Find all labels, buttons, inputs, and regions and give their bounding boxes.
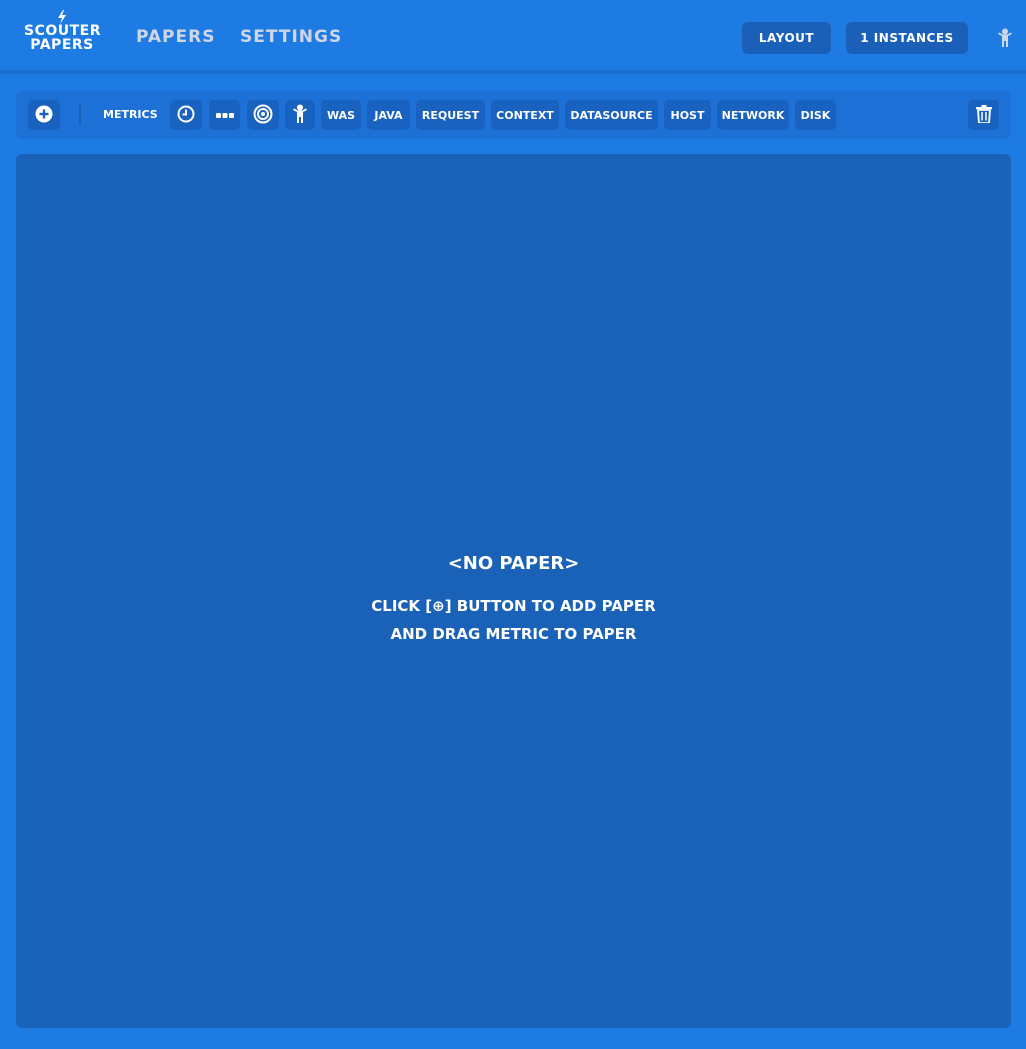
plus-circle-icon — [35, 105, 53, 126]
category-label: DISK — [800, 108, 831, 122]
more-button[interactable] — [209, 100, 240, 130]
instances-button-label: 1 INSTANCES — [860, 31, 954, 45]
category-datasource[interactable]: DATASOURCE — [565, 100, 658, 130]
paper-canvas[interactable]: <NO PAPER> CLICK [⊕] BUTTON TO ADD PAPER… — [16, 154, 1011, 1028]
category-label: REQUEST — [421, 108, 480, 122]
top-bar: SCOUTER PAPERS PAPERS SETTINGS LAYOUT 1 … — [0, 0, 1026, 74]
lightning-bolt-icon — [24, 10, 100, 24]
logo-line-2: PAPERS — [30, 37, 94, 53]
add-paper-button[interactable] — [28, 100, 60, 130]
empty-state-instruction-1: CLICK [⊕] BUTTON TO ADD PAPER — [371, 597, 656, 615]
category-network[interactable]: NETWORK — [717, 100, 789, 130]
layout-button-label: LAYOUT — [758, 31, 815, 45]
category-label: HOST — [670, 108, 705, 122]
target-icon — [253, 104, 273, 127]
nav-papers[interactable]: PAPERS — [136, 27, 215, 47]
more-dots-icon — [215, 109, 234, 122]
person-button[interactable] — [285, 100, 315, 130]
metrics-toolbar: METRICS WAS JAVA REQUEST CONTEXT DATASOU… — [16, 91, 1011, 139]
clock-button[interactable] — [170, 100, 202, 130]
empty-state-instruction-2: AND DRAG METRIC TO PAPER — [390, 625, 637, 643]
category-label: NETWORK — [721, 108, 785, 122]
category-java[interactable]: JAVA — [367, 100, 410, 130]
trash-icon — [975, 104, 992, 126]
metrics-label: METRICS — [103, 108, 158, 121]
target-button[interactable] — [247, 100, 279, 130]
nav-settings[interactable]: SETTINGS — [240, 27, 342, 47]
category-context[interactable]: CONTEXT — [491, 100, 559, 130]
category-request[interactable]: REQUEST — [416, 100, 485, 130]
category-label: WAS — [326, 108, 356, 122]
category-disk[interactable]: DISK — [795, 100, 836, 130]
app-logo[interactable]: SCOUTER PAPERS — [24, 10, 102, 58]
category-label: JAVA — [374, 108, 403, 122]
empty-state-title: <NO PAPER> — [447, 553, 580, 574]
clock-icon — [177, 105, 195, 126]
instances-button[interactable]: 1 INSTANCES — [846, 22, 968, 54]
delete-button[interactable] — [968, 100, 999, 130]
category-host[interactable]: HOST — [664, 100, 711, 130]
layout-button[interactable]: LAYOUT — [742, 22, 831, 54]
toolbar-divider — [79, 105, 81, 125]
logo-line-1: SCOUTER — [24, 23, 102, 39]
category-was[interactable]: WAS — [321, 100, 361, 130]
category-label: CONTEXT — [496, 108, 554, 122]
person-icon — [292, 104, 308, 127]
user-icon[interactable] — [996, 28, 1014, 48]
category-label: DATASOURCE — [570, 108, 653, 122]
